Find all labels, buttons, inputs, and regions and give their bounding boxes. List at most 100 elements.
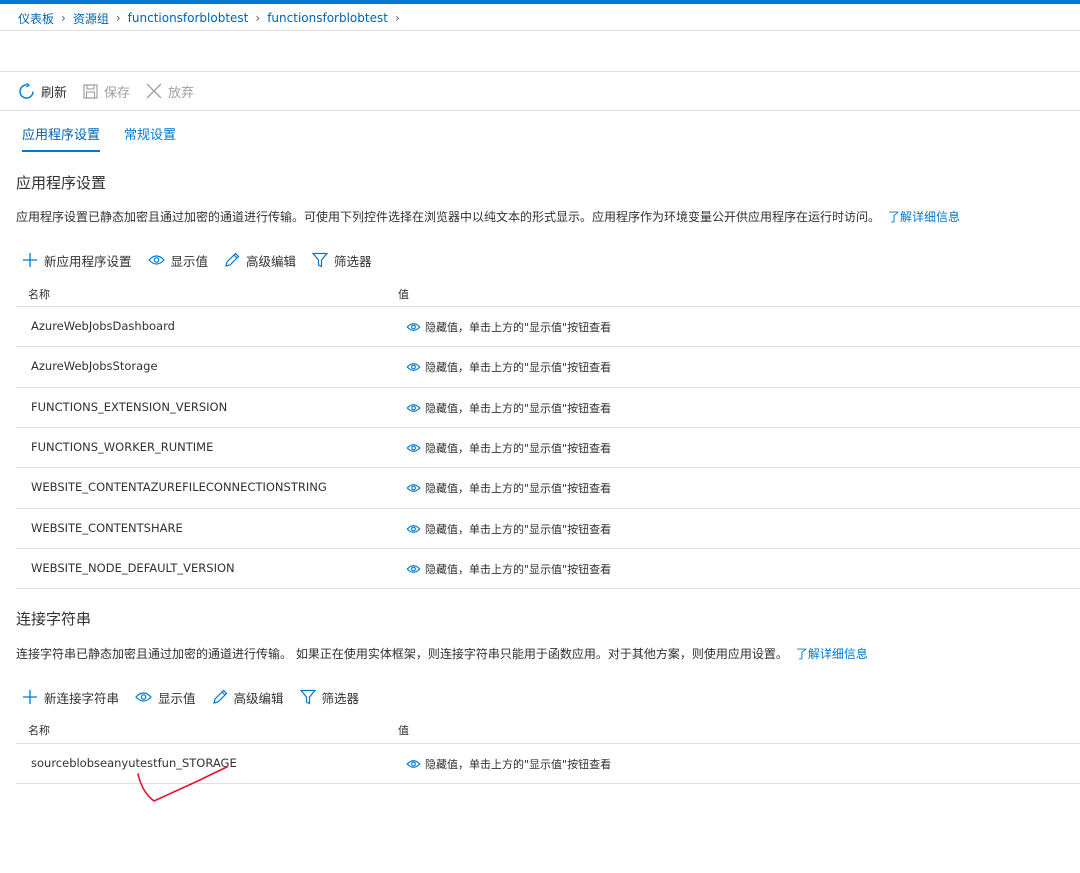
setting-value: 隐藏值，单击上方的"显示值"按钮查看 (406, 561, 611, 577)
show-values-button[interactable]: 显示值 (135, 688, 196, 707)
table-row[interactable]: AzureWebJobsDashboard 隐藏值，单击上方的"显示值"按钮查看 (16, 306, 1080, 346)
pencil-icon (212, 689, 227, 704)
app-settings-description: 应用程序设置已静态加密且通过加密的通道进行传输。可使用下列控件选择在浏览器中以纯… (16, 208, 960, 225)
red-annotation-stroke (137, 766, 228, 802)
portal-top-bar (0, 0, 1080, 4)
setting-name: WEBSITE_CONTENTAZUREFILECONNECTIONSTRING (31, 480, 327, 495)
setting-name: FUNCTIONS_WORKER_RUNTIME (31, 439, 214, 454)
chevron-right-icon: › (255, 11, 261, 25)
setting-value: 隐藏值，单击上方的"显示值"按钮查看 (406, 319, 611, 335)
chevron-right-icon: › (115, 11, 121, 25)
plus-icon (23, 253, 37, 267)
column-header-value[interactable]: 值 (398, 286, 409, 302)
chevron-right-icon: › (394, 11, 400, 25)
divider (0, 110, 1080, 111)
eye-icon (147, 255, 165, 265)
show-values-label: 显示值 (158, 690, 196, 706)
setting-value: 隐藏值，单击上方的"显示值"按钮查看 (406, 440, 611, 456)
table-row[interactable]: FUNCTIONS_WORKER_RUNTIME 隐藏值，单击上方的"显示值"按钮… (16, 426, 1080, 467)
app-settings-toolbar: 新应用程序设置 显示值 高级编辑 筛选器 (22, 250, 388, 270)
show-values-button[interactable]: 显示值 (147, 251, 208, 270)
breadcrumb-function-app[interactable]: functionsforblobtest (267, 11, 388, 25)
breadcrumb-resource-group[interactable]: functionsforblobtest (128, 11, 249, 25)
filter-label: 筛选器 (334, 253, 372, 269)
add-connection-string-label: 新连接字符串 (44, 690, 120, 706)
table-row[interactable]: AzureWebJobsStorage 隐藏值，单击上方的"显示值"按钮查看 (16, 346, 1080, 386)
setting-value: 隐藏值，单击上方的"显示值"按钮查看 (406, 756, 611, 772)
eye-icon (406, 484, 421, 493)
eye-icon (406, 564, 421, 573)
tab-app-settings[interactable]: 应用程序设置 (22, 124, 101, 154)
advanced-edit-button[interactable]: 高级编辑 (212, 688, 284, 707)
setting-value: 隐藏值，单击上方的"显示值"按钮查看 (406, 480, 611, 496)
setting-name: WEBSITE_NODE_DEFAULT_VERSION (31, 560, 235, 575)
divider (0, 30, 1080, 31)
app-settings-title: 应用程序设置 (16, 174, 107, 192)
table-row[interactable]: WEBSITE_CONTENTSHARE 隐藏值，单击上方的"显示值"按钮查看 (16, 507, 1080, 548)
connection-strings-description-text: 连接字符串已静态加密且通过加密的通道进行传输。 如果正在使用实体框架，则连接字符… (16, 647, 788, 661)
setting-value: 隐藏值，单击上方的"显示值"按钮查看 (406, 359, 611, 375)
hidden-value-text: 隐藏值，单击上方的"显示值"按钮查看 (425, 522, 612, 536)
setting-value: 隐藏值，单击上方的"显示值"按钮查看 (406, 400, 611, 416)
breadcrumb-dashboard[interactable]: 仪表板 (18, 10, 54, 27)
settings-tabs: 应用程序设置 常规设置 (22, 124, 200, 154)
save-button[interactable]: 保存 (83, 82, 130, 101)
chevron-right-icon: › (61, 11, 66, 25)
refresh-label: 刷新 (41, 85, 68, 101)
column-header-name[interactable]: 名称 (28, 286, 50, 302)
pencil-icon (225, 252, 240, 267)
table-row[interactable]: WEBSITE_CONTENTAZUREFILECONNECTIONSTRING… (16, 467, 1080, 507)
discard-label: 放弃 (168, 85, 195, 101)
breadcrumb: 仪表板 › 资源组 › functionsforblobtest › funct… (18, 10, 407, 26)
close-icon (146, 83, 162, 99)
column-header-name[interactable]: 名称 (28, 722, 50, 738)
setting-name: FUNCTIONS_EXTENSION_VERSION (31, 399, 228, 414)
eye-icon (406, 760, 421, 768)
add-connection-string-button[interactable]: 新连接字符串 (22, 688, 119, 707)
advanced-edit-label: 高级编辑 (233, 690, 284, 706)
hidden-value-text: 隐藏值，单击上方的"显示值"按钮查看 (425, 361, 612, 375)
connection-strings-grid-header: 名称 值 (16, 720, 1080, 740)
discard-button[interactable]: 放弃 (146, 82, 194, 101)
filter-icon (312, 252, 329, 268)
add-app-setting-label: 新应用程序设置 (44, 253, 132, 269)
app-settings-learn-more-link[interactable]: 了解详细信息 (888, 210, 960, 224)
column-header-value[interactable]: 值 (398, 722, 409, 738)
connection-strings-description: 连接字符串已静态加密且通过加密的通道进行传输。 如果正在使用实体框架，则连接字符… (16, 645, 868, 662)
divider (16, 588, 1080, 590)
breadcrumb-resource-groups[interactable]: 资源组 (73, 10, 109, 27)
hidden-value-text: 隐藏值，单击上方的"显示值"按钮查看 (425, 758, 612, 771)
table-row[interactable]: WEBSITE_NODE_DEFAULT_VERSION 隐藏值，单击上方的"显示… (16, 547, 1080, 588)
hidden-value-text: 隐藏值，单击上方的"显示值"按钮查看 (425, 482, 612, 496)
eye-icon (406, 443, 421, 452)
hidden-value-text: 隐藏值，单击上方的"显示值"按钮查看 (425, 321, 612, 334)
connection-strings-title: 连接字符串 (16, 610, 92, 628)
tab-general-settings[interactable]: 常规设置 (124, 124, 176, 154)
connection-strings-learn-more-link[interactable]: 了解详细信息 (796, 647, 868, 661)
filter-label: 筛选器 (321, 690, 360, 706)
eye-icon (406, 363, 421, 372)
filter-button[interactable]: 筛选器 (299, 688, 360, 707)
command-bar: 刷新 保存 放弃 (18, 80, 210, 102)
plus-icon (23, 690, 37, 704)
eye-icon (406, 323, 421, 331)
app-settings-description-text: 应用程序设置已静态加密且通过加密的通道进行传输。可使用下列控件选择在浏览器中以纯… (16, 210, 881, 224)
advanced-edit-button[interactable]: 高级编辑 (224, 251, 296, 270)
connection-strings-toolbar: 新连接字符串 显示值 高级编辑 筛选器 (22, 687, 375, 707)
save-label: 保存 (104, 85, 131, 101)
add-app-setting-button[interactable]: 新应用程序设置 (22, 251, 132, 270)
eye-icon (406, 403, 421, 412)
app-settings-grid-header: 名称 值 (16, 284, 1080, 304)
eye-icon (406, 524, 421, 533)
advanced-edit-label: 高级编辑 (246, 253, 297, 269)
table-row[interactable]: FUNCTIONS_EXTENSION_VERSION 隐藏值，单击上方的"显示值… (16, 386, 1080, 427)
setting-name: WEBSITE_CONTENTSHARE (31, 520, 183, 535)
setting-name: AzureWebJobsDashboard (31, 319, 175, 333)
setting-name: AzureWebJobsStorage (31, 359, 158, 374)
hidden-value-text: 隐藏值，单击上方的"显示值"按钮查看 (425, 562, 612, 576)
refresh-button[interactable]: 刷新 (18, 82, 67, 101)
divider (0, 71, 1080, 72)
filter-button[interactable]: 筛选器 (312, 251, 372, 270)
eye-icon (135, 692, 152, 702)
filter-icon (299, 689, 316, 705)
